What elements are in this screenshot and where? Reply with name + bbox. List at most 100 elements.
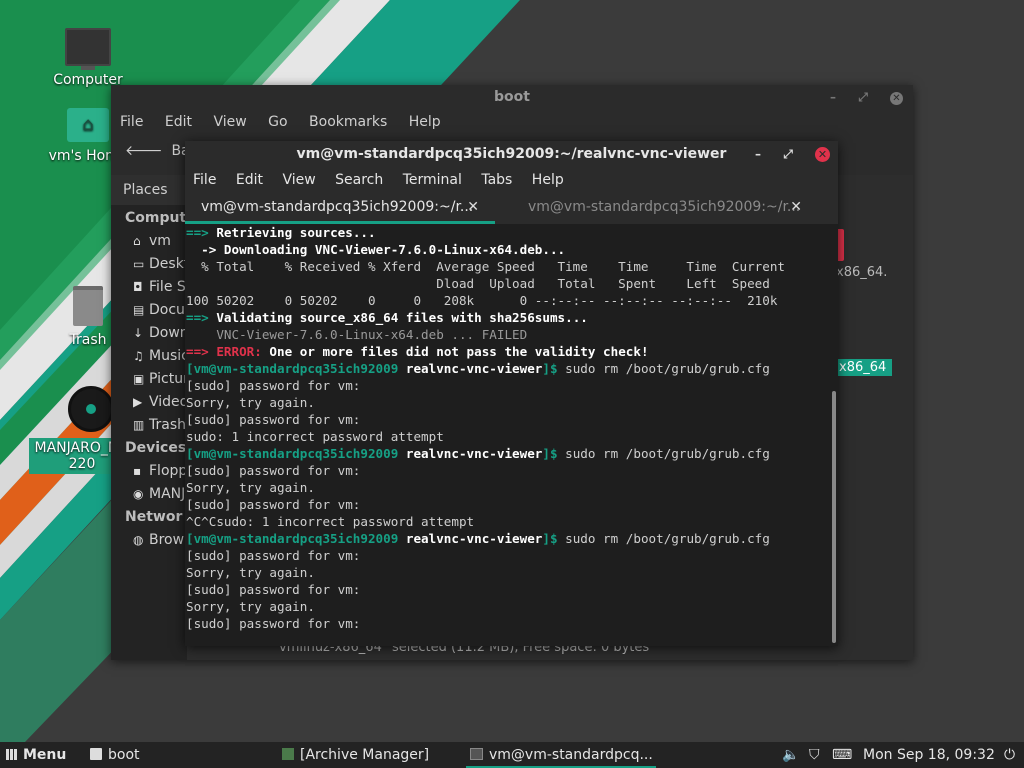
- menu-help[interactable]: Help: [409, 114, 441, 130]
- floppy-icon: ▪: [133, 464, 142, 478]
- desktop-icon-computer[interactable]: Computer: [40, 28, 136, 88]
- menu-tabs[interactable]: Tabs: [481, 172, 512, 188]
- sidebar-item-downloads[interactable]: ↓ Down: [111, 322, 187, 345]
- terminal-window[interactable]: vm@vm-standardpcq35ich92009:~/realvnc-vn…: [185, 141, 838, 646]
- volume-icon[interactable]: 🔈: [782, 742, 799, 768]
- close-icon[interactable]: ✕: [890, 92, 903, 105]
- terminal-menubar: File Edit View Search Terminal Tabs Help: [185, 168, 838, 192]
- menu-view[interactable]: View: [213, 114, 246, 130]
- file-manager-menubar: File Edit View Go Bookmarks Help: [111, 109, 913, 135]
- terminal-text: [sudo] password for vm:: [186, 497, 361, 512]
- terminal-text: sudo: 1 incorrect password attempt: [186, 429, 444, 444]
- taskbar-item-archive-manager[interactable]: [Archive Manager]: [282, 742, 429, 768]
- terminal-text: Retrieving sources...: [216, 225, 376, 240]
- terminal-text: ->: [186, 242, 224, 257]
- terminal-line: ==> Validating source_x86_64 files with …: [186, 309, 828, 326]
- maximize-icon[interactable]: ⤢: [783, 147, 793, 161]
- network-icon: ◍: [133, 533, 144, 547]
- terminal-text: sudo rm /boot/grub/grub.cfg: [565, 531, 770, 546]
- desktop-icon-label: Trash: [69, 332, 107, 348]
- sidebar-item-manjaro[interactable]: ◉ MANJ: [111, 483, 187, 506]
- terminal-line: [vm@vm-standardpcq35ich92009 realvnc-vnc…: [186, 360, 828, 377]
- sidebar-item-floppy[interactable]: ▪ Flopp: [111, 460, 187, 483]
- menu-search[interactable]: Search: [335, 172, 383, 188]
- terminal-titlebar[interactable]: vm@vm-standardpcq35ich92009:~/realvnc-vn…: [185, 141, 838, 168]
- disc-icon: [68, 386, 114, 432]
- sidebar-item-pictures[interactable]: ▣ Pictur: [111, 368, 187, 391]
- terminal-line: Dload Upload Total Spent Left Speed: [186, 275, 828, 292]
- minimize-icon[interactable]: –: [830, 90, 836, 104]
- terminal-line: Sorry, try again.: [186, 564, 828, 581]
- sidebar-item-filesystem[interactable]: ◘ File S: [111, 276, 187, 299]
- terminal-tabbar: vm@vm-standardpcq35ich92009:~/r... ✕ vm@…: [185, 192, 838, 224]
- menu-bookmarks[interactable]: Bookmarks: [309, 114, 387, 130]
- trash-icon: ▥: [133, 418, 145, 432]
- taskbar-item-boot[interactable]: boot: [90, 742, 140, 768]
- sidebar-item-music[interactable]: ♫ Music: [111, 345, 187, 368]
- terminal-icon: [470, 748, 483, 760]
- terminal-line: [sudo] password for vm:: [186, 411, 828, 428]
- section-network: Networ: [125, 509, 183, 525]
- terminal-line: [sudo] password for vm:: [186, 581, 828, 598]
- tab-2[interactable]: vm@vm-standardpcq35ich92009:~/r... ✕: [512, 192, 822, 224]
- terminal-line: 100 50202 0 50202 0 0 208k 0 --:--:-- --…: [186, 292, 828, 309]
- sidebar-item-documents[interactable]: ▤ Docu: [111, 299, 187, 322]
- menu-file[interactable]: File: [193, 172, 216, 188]
- menu-edit[interactable]: Edit: [165, 114, 192, 130]
- sidebar-item-browse-network[interactable]: ◍ Brow: [111, 529, 187, 552]
- terminal-text: ERROR:: [216, 344, 262, 359]
- menu-file[interactable]: File: [120, 114, 143, 130]
- close-tab-icon[interactable]: ✕: [467, 192, 479, 222]
- terminal-text: ==>: [186, 310, 217, 325]
- minimize-icon[interactable]: –: [755, 147, 761, 161]
- window-title: vm@vm-standardpcq35ich92009:~/realvnc-vn…: [296, 146, 727, 162]
- terminal-line: [sudo] password for vm:: [186, 496, 828, 513]
- sidebar-item-videos[interactable]: ▶ Video: [111, 391, 187, 414]
- folder-icon: [90, 748, 102, 760]
- places-selector[interactable]: Places: [111, 175, 187, 205]
- window-title: boot: [494, 89, 530, 105]
- clock[interactable]: Mon Sep 18, 09:32: [863, 742, 995, 768]
- arrow-left-icon: 🡐: [125, 143, 163, 159]
- terminal-line: ==> ERROR: One or more files did not pas…: [186, 343, 828, 360]
- terminal-text: Sorry, try again.: [186, 565, 315, 580]
- menu-terminal[interactable]: Terminal: [403, 172, 462, 188]
- filesystem-icon: ◘: [133, 280, 143, 294]
- terminal-text: ]$: [542, 531, 566, 546]
- close-tab-icon[interactable]: ✕: [790, 192, 802, 222]
- menu-edit[interactable]: Edit: [236, 172, 263, 188]
- desktop-icon: ▭: [133, 257, 145, 271]
- update-shield-icon[interactable]: ⛉: [809, 742, 820, 768]
- maximize-icon[interactable]: ⤢: [858, 90, 868, 104]
- home-icon: ⌂: [133, 234, 141, 248]
- sidebar-item-vm[interactable]: ⌂ vm: [111, 230, 187, 253]
- terminal-line: Sorry, try again.: [186, 479, 828, 496]
- file-manager-titlebar[interactable]: boot – ⤢ ✕: [111, 85, 913, 109]
- sidebar-item-trash[interactable]: ▥ Trash: [111, 414, 187, 437]
- terminal-text: Sorry, try again.: [186, 599, 315, 614]
- terminal-scrollbar[interactable]: [832, 391, 836, 643]
- terminal-line: [vm@vm-standardpcq35ich92009 realvnc-vnc…: [186, 530, 828, 547]
- menu-view[interactable]: View: [282, 172, 315, 188]
- terminal-line: [sudo] password for vm:: [186, 377, 828, 394]
- power-icon[interactable]: ⏻: [1004, 742, 1015, 768]
- menu-go[interactable]: Go: [268, 114, 287, 130]
- terminal-text: [vm@vm-standardpcq35ich92009: [186, 446, 406, 461]
- menu-help[interactable]: Help: [532, 172, 564, 188]
- terminal-text: ==>: [186, 344, 217, 359]
- terminal-text: Sorry, try again.: [186, 395, 315, 410]
- sidebar-item-desktop[interactable]: ▭ Deskt: [111, 253, 187, 276]
- terminal-text: [sudo] password for vm:: [186, 463, 361, 478]
- keyboard-icon[interactable]: ⌨: [832, 742, 852, 768]
- taskbar-item-terminal[interactable]: vm@vm-standardpcq...: [466, 742, 656, 768]
- menu-button[interactable]: Menu: [6, 742, 66, 768]
- terminal-line: Sorry, try again.: [186, 394, 828, 411]
- home-folder-icon: ⌂: [67, 108, 109, 142]
- section-computer: Comput: [125, 210, 187, 226]
- close-icon[interactable]: ✕: [815, 147, 830, 162]
- terminal-output[interactable]: ==> Retrieving sources... -> Downloading…: [185, 224, 828, 646]
- terminal-text: Sorry, try again.: [186, 480, 315, 495]
- tab-1[interactable]: vm@vm-standardpcq35ich92009:~/r... ✕: [185, 192, 495, 224]
- disc-icon: ◉: [133, 487, 144, 501]
- terminal-line: ==> Retrieving sources...: [186, 224, 828, 241]
